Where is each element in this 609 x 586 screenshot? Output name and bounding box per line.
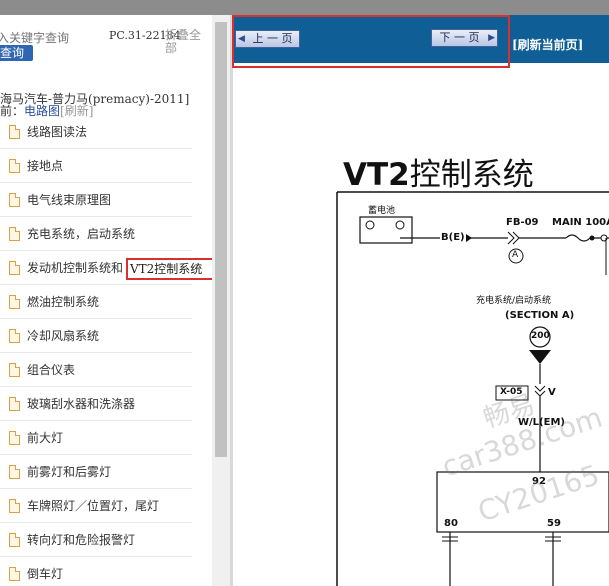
collapse-all-link[interactable]: 折叠全部: [165, 29, 205, 55]
document-icon: [9, 397, 20, 411]
pin-59-label: 59: [547, 518, 561, 529]
document-icon: [9, 465, 20, 479]
main-fuse-label: MAIN 100A: [552, 217, 609, 228]
window-top-bar: [0, 0, 609, 15]
document-icon: [9, 431, 20, 445]
tree-item[interactable]: 燃油控制系统: [0, 285, 192, 319]
tree-item-label: 转向灯和危险报警灯: [27, 533, 136, 547]
section-cn-label: 充电系统/启动系统: [476, 296, 552, 306]
tree-item[interactable]: 线路图读法: [0, 115, 192, 149]
search-button[interactable]: 查询: [0, 45, 33, 61]
refresh-page-link[interactable]: [刷新当前页]: [512, 36, 583, 53]
document-icon: [9, 261, 20, 275]
document-icon: [9, 363, 20, 377]
tree-item-label: 车牌照灯／位置灯，尾灯: [27, 499, 160, 513]
tree-item-label: 玻璃刮水器和洗涤器: [27, 397, 136, 411]
document-icon: [9, 533, 20, 547]
tree-item[interactable]: 倒车灯: [0, 557, 192, 586]
v-label: V: [548, 387, 556, 398]
hover-tooltip: VT2控制系统: [126, 258, 216, 280]
tree-item-label: 前大灯: [27, 431, 64, 445]
tree-item-label: 前雾灯和后雾灯: [27, 465, 112, 479]
tree-item[interactable]: 充电系统，启动系统: [0, 217, 192, 251]
tree-item[interactable]: 前雾灯和后雾灯: [0, 455, 192, 489]
tree-item-label: 倒车灯: [27, 567, 64, 581]
tree-item[interactable]: 前大灯: [0, 421, 192, 455]
document-icon: [9, 159, 20, 173]
tree-item[interactable]: 接地点: [0, 149, 192, 183]
be-label: B(E): [441, 232, 465, 243]
tree-item-label: 电气线束原理图: [27, 193, 112, 207]
document-icon: [9, 295, 20, 309]
tree-item-label: 接地点: [27, 159, 64, 173]
document-icon: [9, 567, 20, 581]
tree-item-label: 组合仪表: [27, 363, 76, 377]
toolbar-highlight: [232, 15, 510, 68]
pin-80-label: 80: [444, 518, 458, 529]
document-icon: [9, 193, 20, 207]
section-en-label: (SECTION A): [505, 310, 575, 321]
tree-item-label: 冷却风扇系统: [27, 329, 100, 343]
document-icon: [9, 125, 20, 139]
document-viewer: [233, 68, 609, 586]
circle-a-label: A: [512, 250, 519, 260]
tree-item-label: 燃油控制系统: [27, 295, 100, 309]
document-icon: [9, 329, 20, 343]
scrollbar-thumb[interactable]: [215, 22, 227, 457]
document-tree: 线路图读法 接地点 电气线束原理图 充电系统，启动系统 发动机控制系统和 燃油控…: [0, 115, 192, 586]
tree-item-label: 充电系统，启动系统: [27, 227, 136, 241]
fb09-label: FB-09: [506, 217, 539, 228]
page-title: VT2控制系统: [343, 149, 534, 194]
title-latin: VT2: [343, 157, 410, 193]
node-200-label: 200: [531, 331, 550, 341]
tree-item-label: 线路图读法: [27, 125, 88, 139]
tree-item[interactable]: 冷却风扇系统: [0, 319, 192, 353]
title-cjk: 控制系统: [409, 157, 534, 193]
document-icon: [9, 227, 20, 241]
tree-item[interactable]: 组合仪表: [0, 353, 192, 387]
battery-label: 蓄电池: [368, 206, 396, 216]
tree-item[interactable]: 电气线束原理图: [0, 183, 192, 217]
tree-item[interactable]: 转向灯和危险报警灯: [0, 523, 192, 557]
tree-item[interactable]: 车牌照灯／位置灯，尾灯: [0, 489, 192, 523]
document-icon: [9, 499, 20, 513]
tree-item[interactable]: 玻璃刮水器和洗涤器: [0, 387, 192, 421]
tree-item-label: 发动机控制系统和: [27, 261, 124, 275]
left-navigation-panel: 查询 PC.31-22184 折叠全部 海马汽车-普力马(premacy)-20…: [0, 15, 230, 586]
